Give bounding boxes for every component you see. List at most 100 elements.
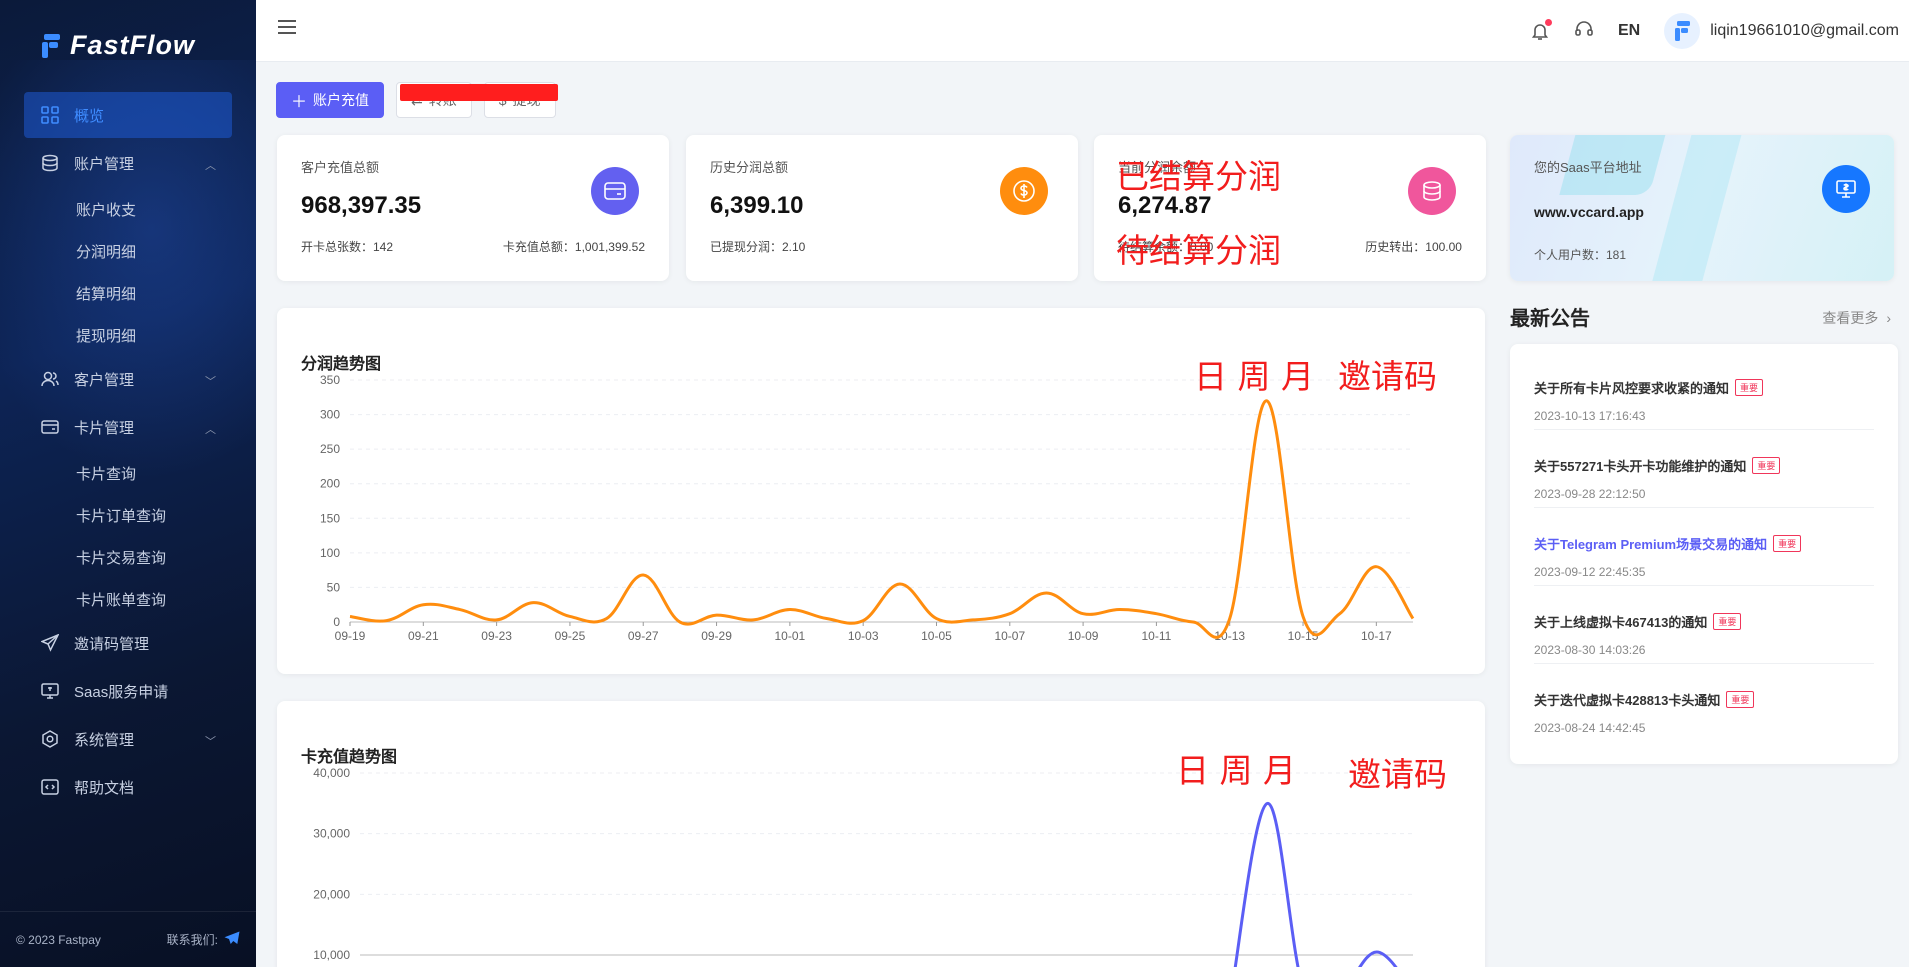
language-switch[interactable]: EN — [1618, 22, 1640, 40]
x-tick-label: 09-27 — [628, 629, 659, 643]
red-highlight-mark — [400, 84, 558, 101]
recharge-button[interactable]: ＋ 账户充值 — [276, 82, 385, 118]
saas-url[interactable]: www.vccard.app — [1534, 204, 1870, 220]
sidebar-subitem-card-order-query[interactable]: 卡片订单查询 — [24, 494, 232, 536]
y-tick-label: 50 — [327, 580, 341, 594]
sidebar-item-customers[interactable]: 客户管理 ﹀ — [24, 356, 232, 402]
user-menu[interactable]: liqin19661010@gmail.com — [1664, 13, 1899, 49]
sidebar-item-label: 帮助文档 — [74, 779, 135, 797]
sidebar-item-label: 卡片管理 — [74, 419, 135, 437]
important-badge: 重要 — [1726, 691, 1755, 708]
topbar-actions: EN liqin19661010@gmail.com — [1530, 0, 1899, 62]
notice-text: 关于迭代虚拟卡428813卡头通知 — [1534, 693, 1721, 708]
notice-date: 2023-09-12 22:45:35 — [1534, 565, 1646, 579]
sidebar-item-help-docs[interactable]: 帮助文档 — [24, 764, 232, 810]
notice-list: 关于所有卡片风控要求收紧的通知 重要 2023-10-13 17:16:43 关于… — [1510, 344, 1898, 764]
stat-foot-left: 已提现分润：2.10 — [710, 240, 806, 254]
important-badge: 重要 — [1773, 535, 1802, 552]
x-tick-label: 09-19 — [335, 629, 366, 643]
card-recharge-trend-chart: 10,000 20,000 30,000 40,000 — [313, 766, 1413, 967]
chevron-down-icon: ﹀ — [205, 736, 216, 748]
dashboard-icon — [40, 105, 60, 125]
notice-item[interactable]: 关于迭代虚拟卡428813卡头通知 重要 2023-08-24 14:42:45 — [1534, 664, 1874, 742]
chevron-right-icon: › — [1886, 310, 1891, 326]
dollar-icon — [1000, 167, 1048, 215]
contact-us[interactable]: 联系我们: — [167, 931, 240, 948]
sidebar-subitem-profit-detail[interactable]: 分润明细 — [24, 230, 232, 272]
sidebar-subitem-account-flow[interactable]: 账户收支 — [24, 188, 232, 230]
sidebar-subitem-settlement-detail[interactable]: 结算明细 — [24, 272, 232, 314]
annotation-invite-code[interactable]: 邀请码 — [1348, 748, 1447, 796]
annotation-pending-profit: 待结算分润 — [1116, 231, 1281, 270]
stat-footer: 开卡总张数：142 卡充值总额：1,001,399.52 — [301, 238, 645, 255]
important-badge: 重要 — [1735, 379, 1764, 396]
annotation-settled-profit: 已结算分润 — [1116, 157, 1281, 196]
avatar — [1664, 13, 1701, 49]
coins-icon — [1408, 167, 1456, 215]
x-tick-label: 10-17 — [1361, 629, 1392, 643]
sidebar-item-label: Saas服务申请 — [74, 683, 169, 701]
y-tick-label: 300 — [320, 408, 340, 422]
x-tick-label: 09-29 — [701, 629, 732, 643]
stat-footer: 已提现分润：2.10 — [710, 238, 1054, 255]
x-tick-label: 10-09 — [1068, 629, 1099, 643]
telegram-icon[interactable] — [224, 931, 240, 948]
sidebar-subitem-card-transaction-query[interactable]: 卡片交易查询 — [24, 536, 232, 578]
notice-item[interactable]: 关于557271卡头开卡功能维护的通知 重要 2023-09-28 22:12:5… — [1534, 430, 1874, 508]
headset-icon[interactable] — [1574, 19, 1594, 44]
notice-date: 2023-08-24 14:42:45 — [1534, 721, 1646, 735]
bell-icon[interactable] — [1530, 19, 1552, 41]
sidebar-item-cards[interactable]: 卡片管理 ︿ — [24, 404, 232, 450]
y-tick-label: 100 — [320, 546, 340, 560]
y-tick-label: 250 — [320, 442, 340, 456]
sidebar-item-account[interactable]: 账户管理 ︿ — [24, 140, 232, 186]
sidebar-item-saas-apply[interactable]: Saas服务申请 — [24, 668, 232, 714]
sidebar-item-label: 系统管理 — [74, 731, 135, 749]
sidebar: FastFlow 概览 账户管理 ︿ 账户收支 分润明细 结算明细 提现明细 客… — [0, 0, 256, 967]
sidebar-subitem-card-query[interactable]: 卡片查询 — [24, 452, 232, 494]
notice-more-label: 查看更多 — [1822, 310, 1879, 326]
stat-card-recharge-total: 客户充值总额 968,397.35 开卡总张数：142 卡充值总额：1,001,… — [277, 135, 669, 281]
monitor-icon — [1822, 165, 1870, 213]
sidebar-subitem-withdraw-detail[interactable]: 提现明细 — [24, 314, 232, 356]
sidebar-item-label: 客户管理 — [74, 371, 135, 389]
notice-item[interactable]: 关于Telegram Premium场景交易的通知 重要 2023-09-12 2… — [1534, 508, 1874, 586]
y-tick-label: 40,000 — [313, 766, 350, 780]
stat-foot-left: 开卡总张数：142 — [301, 240, 394, 254]
annotation-invite-code[interactable]: 邀请码 — [1338, 350, 1437, 398]
notice-date: 2023-09-28 22:12:50 — [1534, 487, 1646, 501]
stat-label: 客户充值总额 — [301, 160, 380, 175]
chevron-down-icon: ﹀ — [205, 376, 216, 388]
notice-item[interactable]: 关于所有卡片风控要求收紧的通知 重要 2023-10-13 17:16:43 — [1534, 352, 1874, 430]
annotation-period-switch[interactable]: 日 周 月 — [1176, 744, 1296, 792]
plus-icon: ＋ — [291, 94, 308, 111]
x-tick-label: 10-15 — [1288, 629, 1319, 643]
stat-foot-right: 历史转出：100.00 — [1365, 240, 1462, 254]
stat-label: 历史分润总额 — [710, 160, 789, 175]
sidebar-item-overview[interactable]: 概览 — [24, 92, 232, 138]
x-tick-label: 10-01 — [775, 629, 806, 643]
notice-date: 2023-10-13 17:16:43 — [1534, 409, 1646, 423]
sidebar-item-invite-codes[interactable]: 邀请码管理 — [24, 620, 232, 666]
sidebar-subitem-card-bill-query[interactable]: 卡片账单查询 — [24, 578, 232, 620]
database-icon — [40, 153, 60, 173]
important-badge: 重要 — [1752, 457, 1781, 474]
topbar: EN liqin19661010@gmail.com — [256, 0, 1909, 62]
sidebar-item-label: 邀请码管理 — [74, 635, 150, 653]
notice-more-link[interactable]: 查看更多 › — [1822, 308, 1891, 328]
annotation-period-switch[interactable]: 日 周 月 — [1194, 350, 1314, 398]
logo[interactable]: FastFlow — [40, 30, 195, 61]
settings-icon — [40, 729, 60, 749]
sidebar-item-system[interactable]: 系统管理 ﹀ — [24, 716, 232, 762]
x-tick-label: 10-05 — [921, 629, 952, 643]
code-icon — [40, 777, 60, 797]
x-tick-label: 09-21 — [408, 629, 439, 643]
menu-toggle-icon[interactable] — [278, 20, 296, 38]
card-recharge-trend-card: 10,000 20,000 30,000 40,000 卡充值趋势图 — [277, 701, 1485, 967]
sidebar-menu: 概览 账户管理 ︿ 账户收支 分润明细 结算明细 提现明细 客户管理 ﹀ 卡片管… — [24, 92, 232, 812]
recharge-label: 账户充值 — [313, 92, 370, 108]
notification-dot — [1544, 19, 1552, 26]
notice-item[interactable]: 关于上线虚拟卡467413的通知 重要 2023-08-30 14:03:26 — [1534, 586, 1874, 664]
users-icon — [40, 369, 60, 389]
stat-foot-right: 卡充值总额：1,001,399.52 — [502, 240, 645, 254]
